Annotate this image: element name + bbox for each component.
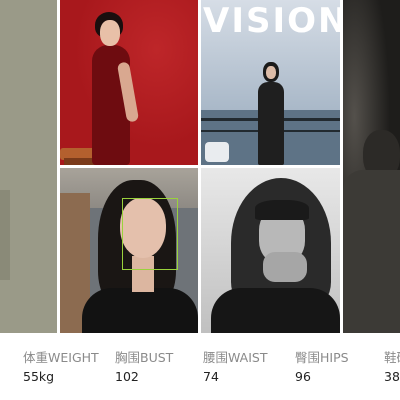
black-hoodie [211,288,340,333]
model-face [266,66,276,79]
hips-value: 96 [295,369,311,384]
model-hand [263,252,307,282]
photo-gallery: VISIONS [0,0,400,333]
waist-value: 74 [203,369,219,384]
shoe-size-value: 38 [384,369,400,384]
model-face [100,20,120,46]
hips-label: 臀围HIPS [295,350,349,365]
magazine-title: VISIONS [203,1,340,41]
white-chair [205,142,229,162]
weight-label: 体重WEIGHT [23,350,99,365]
photo-shadow [0,190,10,280]
black-dress [258,82,284,165]
waist-label: 腰围WAIST [203,350,268,365]
bust-value: 102 [115,369,139,384]
shoe-size-label: 鞋码 [384,350,400,365]
black-top [82,288,198,333]
face-detection-box [122,198,178,270]
bust-label: 胸围BUST [115,350,174,365]
red-studio-portrait[interactable] [60,0,198,165]
weight-value: 55kg [23,369,55,384]
model-hair [255,200,309,220]
measurements-strip: | 体重WEIGHT 55kg 胸围BUST 102 腰围WAIST 74 臀围… [0,333,400,400]
visions-magazine-cover[interactable]: VISIONS [201,0,340,165]
selfie-with-face-detection[interactable] [60,168,198,333]
right-cropped-dark-portrait[interactable] [343,0,400,333]
dark-coat [343,170,400,333]
grayscale-hoodie-portrait[interactable] [201,168,340,333]
left-cropped-photo[interactable] [0,0,57,333]
